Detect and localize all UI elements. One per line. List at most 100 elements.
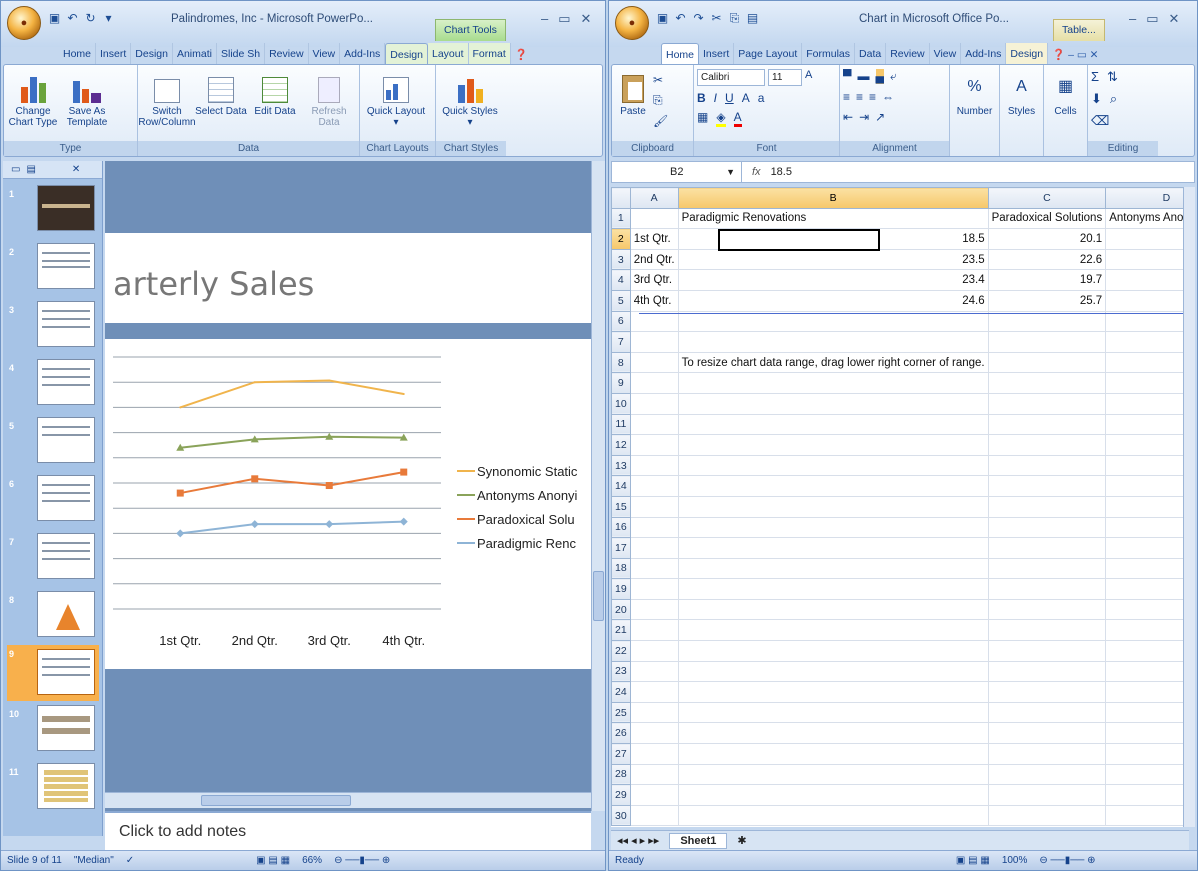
tab-insert[interactable]: Insert — [96, 43, 132, 65]
cell[interactable] — [629, 598, 679, 621]
sort-filter-icon[interactable]: ⇅ — [1107, 69, 1118, 85]
cell[interactable]: 25.3 — [1105, 228, 1189, 250]
redo-icon[interactable]: ↻ — [83, 11, 98, 25]
cell[interactable] — [629, 660, 679, 683]
data-point[interactable] — [176, 489, 184, 497]
tab-page-layout[interactable]: Page Layout — [734, 43, 803, 65]
cell[interactable] — [987, 743, 1107, 765]
cell[interactable]: 25.7 — [987, 289, 1107, 312]
cell[interactable] — [629, 413, 679, 436]
sheet-tab[interactable]: Sheet1 — [669, 832, 728, 849]
cell[interactable] — [987, 681, 1107, 703]
cell[interactable] — [987, 598, 1107, 621]
cell[interactable]: 2nd Qtr. — [629, 248, 679, 271]
outline-tab-icon[interactable]: ▭ — [11, 164, 20, 175]
cell[interactable] — [1105, 310, 1189, 333]
cell[interactable] — [677, 495, 989, 518]
italic-icon[interactable]: I — [714, 91, 717, 105]
data-point[interactable] — [179, 406, 182, 409]
cell[interactable] — [629, 537, 679, 559]
styles-button[interactable]: A Styles — [1003, 69, 1040, 117]
maximize-icon[interactable]: ▭ — [1146, 11, 1158, 27]
cell[interactable] — [987, 331, 1107, 353]
cell[interactable] — [1105, 640, 1189, 662]
tab-view[interactable]: View — [309, 43, 341, 65]
cell[interactable] — [1105, 763, 1189, 786]
row-header[interactable]: 1 — [611, 207, 631, 230]
series-line[interactable] — [179, 379, 404, 409]
cell[interactable] — [629, 804, 679, 827]
data-point[interactable] — [399, 517, 408, 526]
row-header[interactable]: 6 — [611, 310, 631, 333]
save-icon[interactable]: ▣ — [655, 11, 670, 25]
tab-view[interactable]: View — [930, 43, 962, 65]
cell[interactable] — [629, 372, 679, 394]
cell[interactable] — [987, 372, 1107, 394]
cell[interactable] — [1105, 722, 1189, 745]
font-grow-icon[interactable]: A — [742, 91, 750, 105]
cell[interactable] — [987, 475, 1107, 497]
cell[interactable] — [677, 743, 989, 765]
cell[interactable]: 22.6 — [987, 248, 1107, 271]
cell[interactable] — [677, 392, 989, 415]
cell[interactable] — [987, 578, 1107, 600]
column-header[interactable]: D — [1105, 187, 1189, 209]
close-icon[interactable]: ✕ — [1169, 11, 1180, 27]
column-header[interactable]: C — [987, 187, 1107, 209]
cell[interactable]: 25.9 — [1105, 269, 1189, 291]
cell[interactable] — [629, 310, 679, 333]
worksheet-grid[interactable]: A B C D 1 Paradigmic Renovations Paradoxic… — [611, 187, 1189, 827]
cell[interactable] — [677, 598, 989, 621]
cell[interactable] — [677, 310, 989, 333]
cell[interactable] — [987, 784, 1107, 806]
tab-review[interactable]: Review — [886, 43, 930, 65]
tab-home[interactable]: Home — [59, 43, 97, 65]
cell[interactable] — [629, 784, 679, 806]
cell[interactable] — [629, 392, 679, 415]
row-header[interactable]: 23 — [611, 660, 631, 683]
cell[interactable] — [677, 640, 989, 662]
cell[interactable] — [677, 804, 989, 827]
align-top-icon[interactable]: ▀ — [843, 69, 852, 84]
font-color-icon[interactable]: A — [733, 110, 742, 127]
series-line[interactable] — [180, 435, 404, 449]
tab-design[interactable]: Design — [131, 43, 173, 65]
cell[interactable] — [1105, 578, 1189, 600]
edit-data-button[interactable]: Edit Data — [249, 69, 301, 117]
row-header[interactable]: 17 — [611, 537, 631, 559]
select-data-button[interactable]: Select Data — [195, 69, 247, 117]
cell[interactable] — [1105, 331, 1189, 353]
cell[interactable] — [629, 681, 679, 703]
cell[interactable] — [629, 578, 679, 600]
cell[interactable]: 1st Qtr. — [629, 228, 679, 250]
cell[interactable] — [987, 619, 1107, 642]
x-tick-label[interactable]: 3rd Qtr. — [308, 633, 351, 648]
cell[interactable] — [1105, 475, 1189, 497]
cell[interactable] — [1105, 413, 1189, 436]
cell[interactable]: 24.6 — [677, 289, 989, 312]
cell[interactable] — [1105, 557, 1189, 580]
cell[interactable] — [677, 722, 989, 745]
orientation-icon[interactable]: ↗ — [875, 110, 885, 124]
cell[interactable] — [1105, 681, 1189, 703]
minimize-icon[interactable]: – — [1129, 11, 1136, 27]
cell[interactable] — [677, 475, 989, 497]
slides-tab-icon[interactable]: ▤ — [26, 164, 35, 175]
cell[interactable] — [629, 207, 679, 230]
worksheet-table[interactable]: A B C D 1 Paradigmic Renovations Paradoxic… — [611, 187, 1189, 827]
cell[interactable] — [629, 763, 679, 786]
cell[interactable] — [987, 310, 1107, 333]
cell[interactable] — [677, 454, 989, 477]
slide-thumbnail[interactable]: 6 — [7, 475, 99, 527]
wrap-text-icon[interactable]: ⤶ — [890, 69, 897, 84]
view-buttons[interactable]: ▣ ▤ ▦ — [956, 855, 990, 866]
x-tick-label[interactable]: 2nd Qtr. — [232, 633, 278, 648]
sheet-nav-icons[interactable]: ◂◂ ◂ ▸ ▸▸ — [617, 834, 659, 847]
cell[interactable] — [677, 619, 989, 642]
cell[interactable] — [987, 640, 1107, 662]
data-point[interactable] — [325, 520, 334, 529]
row-header[interactable]: 14 — [611, 475, 631, 497]
row-header[interactable]: 24 — [611, 681, 631, 703]
cell[interactable]: 21.2 — [1105, 248, 1189, 271]
tab-home[interactable]: Home — [661, 43, 700, 65]
